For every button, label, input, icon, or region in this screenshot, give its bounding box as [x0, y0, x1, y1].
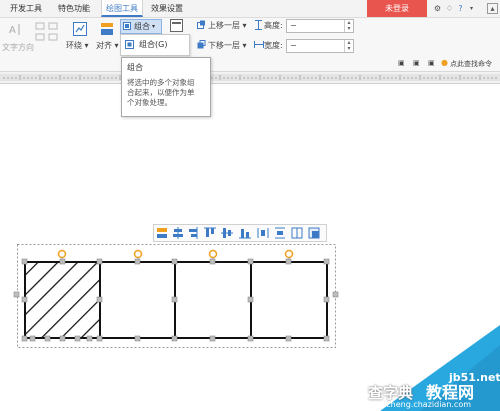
doc-icon-2[interactable]: ▣ — [413, 59, 420, 67]
svg-text:A: A — [9, 25, 16, 36]
collapse-ribbon-icon[interactable]: ▴ — [487, 3, 498, 14]
send-backward-icon — [197, 40, 206, 49]
width-label: 宽度: — [264, 41, 283, 50]
tab-drawing-tools[interactable]: 绘图工具 — [101, 0, 143, 17]
tab-developer-tools[interactable]: 开发工具 — [6, 0, 46, 17]
square-4[interactable] — [250, 261, 328, 339]
find-command-box[interactable]: 点此查找命令 — [450, 59, 492, 69]
tooltip-title: 组合 — [127, 63, 143, 72]
align-icon — [101, 23, 113, 35]
group-dropdown-menu: 组合(G) — [120, 34, 190, 56]
align-button[interactable]: 对齐 ▾ — [96, 40, 119, 51]
ribbon-tab-bar: 开发工具 特色功能 绘图工具 效果设置 未登录 ⚙ ♢ ? ▾ ▴ — [0, 0, 500, 18]
width-field[interactable]: − ▴ ▾ — [286, 39, 354, 53]
tab-effects-settings[interactable]: 效果设置 — [147, 0, 187, 17]
square-3[interactable] — [174, 261, 252, 339]
group-icon — [123, 22, 131, 30]
tab-special-features[interactable]: 特色功能 — [54, 0, 94, 17]
group-tooltip: 组合 将选中的多个对象组 合起来，以便作为单 个对象处理。 — [121, 57, 211, 117]
login-button[interactable]: 未登录 — [367, 0, 427, 17]
doc-icon-1[interactable]: ▣ — [398, 59, 405, 67]
wrap-icon — [73, 22, 87, 36]
bring-forward-icon — [197, 20, 205, 29]
text-direction-icon: A — [9, 24, 20, 36]
lightbulb-icon: ● — [441, 58, 448, 67]
rotate-handle-2[interactable] — [133, 249, 143, 259]
square-2[interactable] — [99, 261, 176, 339]
width-spinner[interactable]: ▴ ▾ — [344, 40, 353, 52]
doc-icon-3[interactable]: ▣ — [428, 59, 435, 67]
height-field[interactable]: − ▴ ▾ — [286, 19, 354, 33]
tooltip-body: 将选中的多个对象组 合起来，以便作为单 个对象处理。 — [127, 78, 195, 107]
horizontal-ruler — [0, 72, 500, 84]
selection-pane-icon[interactable] — [170, 19, 183, 32]
help-icon[interactable]: ? — [455, 3, 466, 14]
hatched-square[interactable] — [24, 261, 101, 339]
group-button[interactable]: 组合 ▾ — [120, 19, 162, 34]
menu-item-group[interactable]: 组合(G) — [123, 38, 186, 51]
rotate-handle-1[interactable] — [57, 249, 67, 259]
group-objects-icon[interactable] — [308, 227, 320, 239]
height-spinner[interactable]: ▴ ▾ — [344, 20, 353, 32]
text-box-link-icons — [35, 22, 58, 41]
text-direction-button[interactable]: 文字方向 — [2, 42, 34, 53]
wrap-button[interactable]: 环绕 ▾ — [66, 40, 89, 51]
group-menu-icon — [125, 40, 134, 49]
rotate-handle-3[interactable] — [208, 249, 218, 259]
send-backward-button[interactable]: 下移一层 ▾ — [208, 40, 247, 51]
settings-icon[interactable]: ⚙ — [432, 3, 443, 14]
bring-forward-button[interactable]: 上移一层 ▾ — [208, 20, 247, 31]
rotate-handle-4[interactable] — [284, 249, 294, 259]
watermark-domain: jiaocheng.chazidian.com — [372, 400, 472, 409]
width-icon — [254, 41, 264, 48]
height-icon — [255, 20, 262, 30]
skin-icon[interactable]: ♢ — [444, 3, 455, 14]
height-label: 高度: — [264, 21, 283, 30]
help-dropdown-icon[interactable]: ▾ — [466, 3, 477, 14]
ribbon-status-strip: ▣ ▣ ▣ ● 点此查找命令 — [0, 56, 500, 72]
